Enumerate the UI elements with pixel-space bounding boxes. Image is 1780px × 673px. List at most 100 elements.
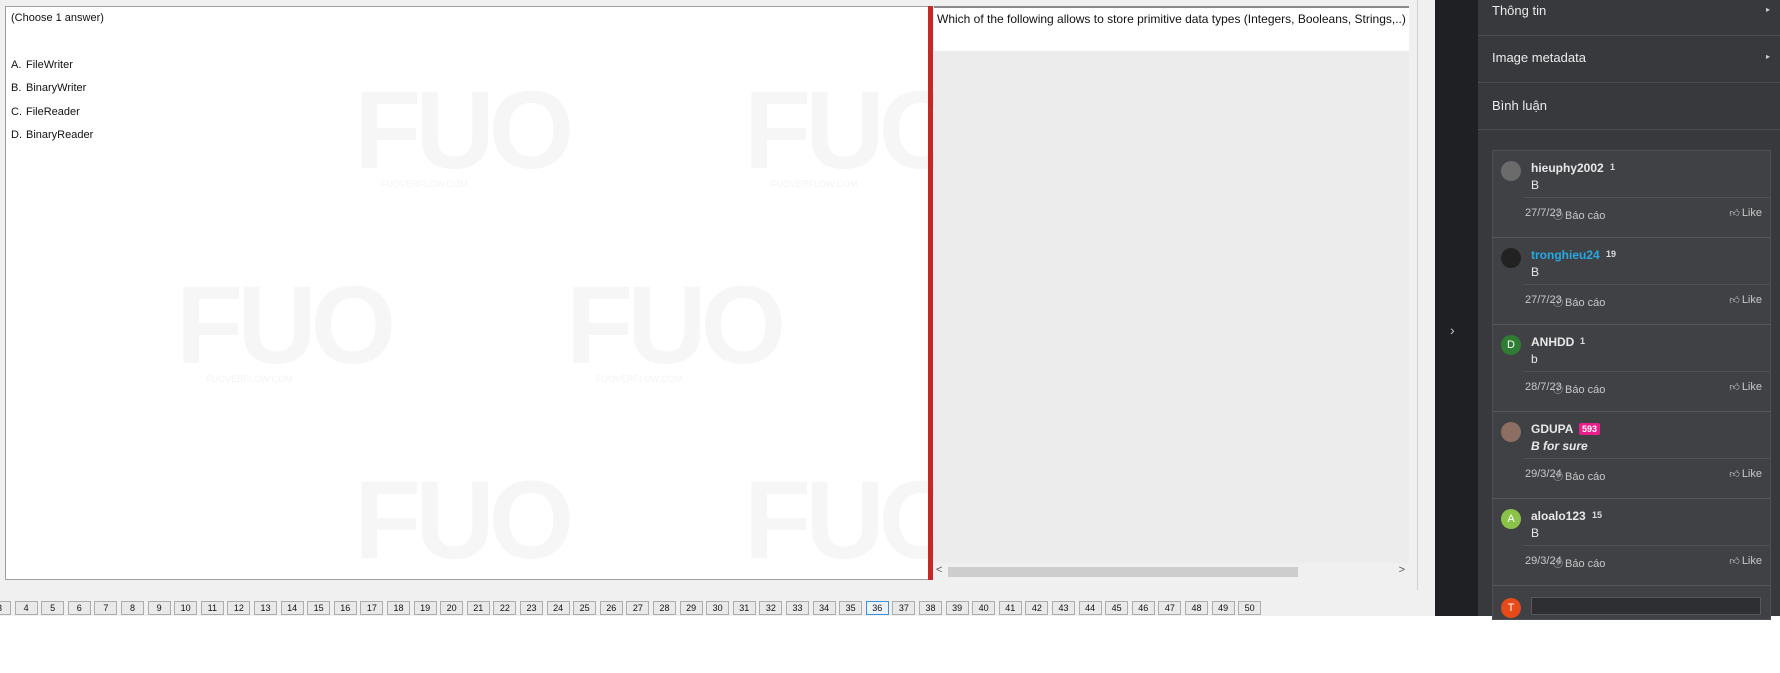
page-button[interactable]: 43 bbox=[1052, 601, 1075, 615]
page-button[interactable]: 27 bbox=[626, 601, 650, 615]
avatar[interactable] bbox=[1501, 422, 1521, 442]
like-button[interactable]: 👍︎ Like bbox=[1729, 468, 1762, 480]
reputation-badge: 15 bbox=[1592, 510, 1603, 520]
page-button[interactable]: 31 bbox=[732, 601, 756, 615]
comment-item: tronghieu24 19 B 27/7/23 ⓘ Báo cáo 👍︎ Like bbox=[1493, 238, 1770, 325]
clock-icon: ⓘ bbox=[1553, 559, 1563, 570]
panel-toggle[interactable]: › bbox=[1435, 0, 1478, 616]
report-button[interactable]: ⓘ Báo cáo bbox=[1553, 294, 1605, 309]
report-button[interactable]: ⓘ Báo cáo bbox=[1553, 381, 1605, 396]
page-button[interactable]: 10 bbox=[174, 601, 198, 615]
like-button[interactable]: 👍︎ Like bbox=[1729, 555, 1762, 567]
thumbs-up-icon: 👍︎ bbox=[1729, 556, 1740, 567]
page-button[interactable]: 13 bbox=[254, 601, 277, 615]
page-button[interactable]: 32 bbox=[759, 601, 783, 615]
thumbs-up-icon: 👍︎ bbox=[1729, 295, 1740, 306]
page-button[interactable]: 3 bbox=[0, 601, 11, 615]
avatar[interactable] bbox=[1501, 248, 1521, 268]
page-button[interactable]: 9 bbox=[147, 601, 171, 615]
page-button[interactable]: 19 bbox=[413, 601, 437, 615]
divider bbox=[1523, 284, 1770, 285]
page-button[interactable]: 23 bbox=[520, 601, 543, 615]
divider bbox=[1523, 371, 1770, 372]
comment-item: D ANHDD 1 b 28/7/23 ⓘ Báo cáo 👍︎ Like bbox=[1493, 325, 1770, 412]
comment-username[interactable]: tronghieu24 bbox=[1531, 248, 1600, 262]
page-button[interactable]: 6 bbox=[67, 601, 91, 615]
comment-username[interactable]: hieuphy2002 bbox=[1531, 161, 1604, 175]
page-button[interactable]: 26 bbox=[599, 601, 623, 615]
page-button[interactable]: 39 bbox=[945, 601, 969, 615]
report-button[interactable]: ⓘ Báo cáo bbox=[1553, 555, 1605, 570]
page-button[interactable]: 48 bbox=[1185, 601, 1208, 615]
page-button[interactable]: 40 bbox=[972, 601, 996, 615]
section-image-metadata[interactable]: Image metadata ▸ bbox=[1478, 36, 1780, 83]
page-button[interactable]: 35 bbox=[839, 601, 863, 615]
option-c[interactable]: C. FileReader bbox=[11, 106, 80, 118]
option-b[interactable]: B. BinaryWriter bbox=[11, 82, 86, 94]
side-panel: › Thông tin ▸ Image metadata ▸ Bình luận… bbox=[1435, 0, 1780, 620]
like-button[interactable]: 👍︎ Like bbox=[1729, 294, 1762, 306]
avatar[interactable]: D bbox=[1501, 335, 1521, 355]
avatar[interactable]: T bbox=[1501, 598, 1521, 618]
page-button[interactable]: 11 bbox=[200, 601, 224, 615]
page-button[interactable]: 24 bbox=[546, 601, 570, 615]
page-button[interactable]: 34 bbox=[812, 601, 836, 615]
page-button[interactable]: 45 bbox=[1105, 601, 1129, 615]
option-text: BinaryWriter bbox=[26, 82, 87, 94]
page-button[interactable]: 12 bbox=[227, 601, 251, 615]
comment-username[interactable]: ANHDD bbox=[1531, 335, 1574, 349]
section-thong-tin[interactable]: Thông tin ▸ bbox=[1478, 0, 1780, 36]
page-button[interactable]: 7 bbox=[94, 601, 118, 615]
page-button[interactable]: 30 bbox=[706, 601, 730, 615]
page-button[interactable]: 16 bbox=[333, 601, 357, 615]
comment-input[interactable] bbox=[1531, 597, 1761, 615]
page-button[interactable]: 46 bbox=[1131, 601, 1155, 615]
page-button[interactable]: 47 bbox=[1158, 601, 1182, 615]
like-button[interactable]: 👍︎ Like bbox=[1729, 207, 1762, 219]
page-button[interactable]: 38 bbox=[919, 601, 942, 615]
page-button[interactable]: 17 bbox=[360, 601, 384, 615]
comment-username[interactable]: aloalo123 bbox=[1531, 509, 1586, 523]
page-button[interactable]: 21 bbox=[466, 601, 490, 615]
avatar[interactable] bbox=[1501, 161, 1521, 181]
scrollbar-thumb[interactable] bbox=[948, 567, 1298, 577]
page-button[interactable]: 50 bbox=[1238, 601, 1262, 615]
scroll-right-icon[interactable]: > bbox=[1399, 564, 1405, 576]
clock-icon: ⓘ bbox=[1553, 298, 1563, 309]
horizontal-scrollbar[interactable]: < > bbox=[934, 563, 1409, 580]
page-button[interactable]: 15 bbox=[307, 601, 331, 615]
page-button[interactable]: 4 bbox=[14, 601, 38, 615]
page-button[interactable]: 8 bbox=[121, 601, 144, 615]
page-button[interactable]: 20 bbox=[440, 601, 464, 615]
page-button[interactable]: 5 bbox=[41, 601, 65, 615]
page-button[interactable]: 14 bbox=[280, 601, 304, 615]
section-binh-luan[interactable]: Bình luận bbox=[1478, 83, 1780, 130]
page-button[interactable]: 22 bbox=[493, 601, 517, 615]
report-label: Báo cáo bbox=[1565, 558, 1606, 570]
page-button[interactable]: 41 bbox=[998, 601, 1022, 615]
option-d[interactable]: D. BinaryReader bbox=[11, 129, 93, 141]
option-a[interactable]: A. FileWriter bbox=[11, 59, 73, 71]
page-button[interactable]: 28 bbox=[653, 601, 676, 615]
report-button[interactable]: ⓘ Báo cáo bbox=[1553, 207, 1605, 222]
avatar[interactable]: A bbox=[1501, 509, 1521, 529]
choose-label: (Choose 1 answer) bbox=[11, 12, 104, 24]
page-button[interactable]: 42 bbox=[1025, 601, 1049, 615]
like-button[interactable]: 👍︎ Like bbox=[1729, 381, 1762, 393]
like-label: Like bbox=[1741, 207, 1762, 219]
comment-username[interactable]: GDUPA bbox=[1531, 422, 1573, 436]
chevron-right-icon[interactable]: › bbox=[1450, 322, 1455, 338]
page-button[interactable]: 37 bbox=[892, 601, 916, 615]
comment-item: Aaloalo123 15 B 29/3/24 ⓘ Báo cáo 👍︎ Like bbox=[1493, 499, 1770, 586]
scroll-left-icon[interactable]: < bbox=[936, 564, 942, 576]
page-button[interactable]: 36 bbox=[865, 601, 889, 615]
page-button[interactable]: 25 bbox=[573, 601, 597, 615]
page-button[interactable]: 33 bbox=[786, 601, 809, 615]
page-button[interactable]: 44 bbox=[1078, 601, 1102, 615]
pane-splitter[interactable] bbox=[928, 6, 933, 580]
page-button[interactable]: 29 bbox=[679, 601, 703, 615]
report-button[interactable]: ⓘ Báo cáo bbox=[1553, 468, 1605, 483]
report-label: Báo cáo bbox=[1565, 384, 1606, 396]
page-button[interactable]: 18 bbox=[387, 601, 410, 615]
page-button[interactable]: 49 bbox=[1211, 601, 1235, 615]
